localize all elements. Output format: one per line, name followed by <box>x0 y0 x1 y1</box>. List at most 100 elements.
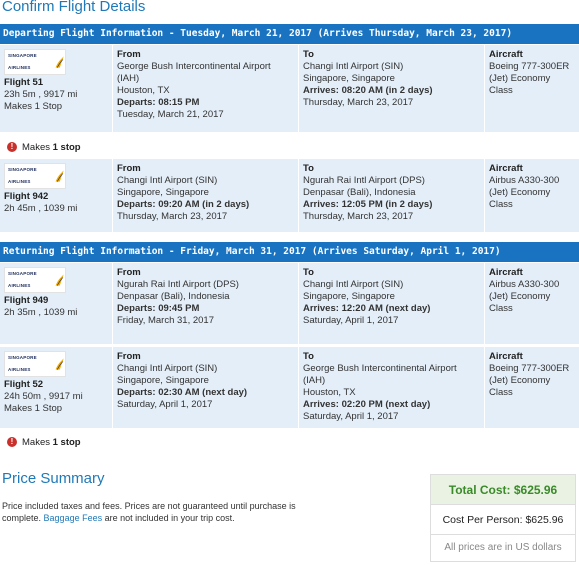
to-airport: Ngurah Rai Intl Airport (DPS) <box>303 175 425 186</box>
flight-row: SINGAPORE AIRLINES Flight 51 23h 5m , 9917… <box>0 45 579 133</box>
to-airport: Changi Intl Airport (SIN) <box>303 61 404 72</box>
page-title: Confirm Flight Details <box>2 0 146 15</box>
aircraft-label: Aircraft <box>489 49 523 60</box>
from-city: Houston, TX <box>117 85 170 96</box>
aircraft-label: Aircraft <box>489 351 523 362</box>
arrive-date: Thursday, March 23, 2017 <box>303 211 414 222</box>
flight-duration: 2h 35m , 1039 mi <box>4 307 78 318</box>
flight-duration: 23h 5m , 9917 mi <box>4 89 78 100</box>
from-cell: From George Bush Intercontinental Airport… <box>112 45 298 132</box>
from-label: From <box>117 49 141 60</box>
aircraft-cell: Aircraft Boeing 777-300ER (Jet) Economy C… <box>484 347 579 428</box>
flight-stops: Makes 1 Stop <box>4 403 63 414</box>
flight-stops: Makes 1 Stop <box>4 101 63 112</box>
aircraft-type: Boeing 777-300ER (Jet) Economy Class <box>489 61 570 96</box>
from-label: From <box>117 163 141 174</box>
arrive-date: Saturday, April 1, 2017 <box>303 411 399 422</box>
logo-text: SINGAPORE AIRLINES <box>8 167 37 184</box>
from-airport: George Bush Intercontinental Airport (IA… <box>117 61 271 84</box>
arrive-date: Saturday, April 1, 2017 <box>303 315 399 326</box>
alert-icon: ! <box>7 142 17 152</box>
airline-cell: SINGAPORE AIRLINES Flight 949 2h 35m , 103… <box>0 263 112 344</box>
to-cell: To Changi Intl Airport (SIN) Singapore, Si… <box>298 263 484 344</box>
to-cell: To Changi Intl Airport (SIN) Singapore, Si… <box>298 45 484 132</box>
arrives-label: Arrives: <box>303 199 339 210</box>
to-airport: Changi Intl Airport (SIN) <box>303 279 404 290</box>
departs-label: Departs: <box>117 303 156 314</box>
airline-cell: SINGAPORE AIRLINES Flight 942 2h 45m , 103… <box>0 159 112 232</box>
to-city: Houston, TX <box>303 387 356 398</box>
from-cell: From Changi Intl Airport (SIN) Singapore, … <box>112 159 298 232</box>
to-cell: To George Bush Intercontinental Airport (… <box>298 347 484 428</box>
from-city: Singapore, Singapore <box>117 187 209 198</box>
flight-row: SINGAPORE AIRLINES Flight 942 2h 45m , 103… <box>0 159 579 233</box>
arrive-date: Thursday, March 23, 2017 <box>303 97 414 108</box>
departs-time: 09:45 PM <box>158 303 200 314</box>
to-label: To <box>303 49 314 60</box>
from-cell: From Ngurah Rai Intl Airport (DPS) Denpasa… <box>112 263 298 344</box>
departing-flight-header: Departing Flight Information - Tuesday, … <box>0 24 579 44</box>
bird-icon <box>55 274 64 286</box>
makes-label: Makes <box>22 436 50 448</box>
departs-time: 09:20 AM (in 2 days) <box>158 199 250 210</box>
singapore-airlines-logo: SINGAPORE AIRLINES <box>4 49 66 75</box>
departs-label: Departs: <box>117 97 156 108</box>
baggage-fees-link[interactable]: Baggage Fees <box>44 513 103 523</box>
returning-flight-header: Returning Flight Information - Friday, M… <box>0 242 579 262</box>
to-city: Denpasar (Bali), Indonesia <box>303 187 416 198</box>
flight-number: Flight 949 <box>4 295 49 306</box>
arrives-label: Arrives: <box>303 399 339 410</box>
stop-count: 1 stop <box>52 436 81 448</box>
singapore-airlines-logo: SINGAPORE AIRLINES <box>4 351 66 377</box>
to-city: Singapore, Singapore <box>303 291 395 302</box>
singapore-airlines-logo: SINGAPORE AIRLINES <box>4 163 66 189</box>
arrives-time: 02:20 PM (next day) <box>341 399 431 410</box>
depart-date: Friday, March 31, 2017 <box>117 315 214 326</box>
aircraft-cell: Aircraft Boeing 777-300ER (Jet) Economy C… <box>484 45 579 132</box>
bird-icon <box>55 56 64 68</box>
stop-count: 1 stop <box>52 141 81 153</box>
to-label: To <box>303 163 314 174</box>
arrives-label: Arrives: <box>303 303 339 314</box>
departs-label: Departs: <box>117 387 156 398</box>
airline-cell: SINGAPORE AIRLINES Flight 52 24h 50m , 991… <box>0 347 112 428</box>
flight-number: Flight 942 <box>4 191 49 202</box>
departs-time: 08:15 PM <box>158 97 200 108</box>
from-airport: Changi Intl Airport (SIN) <box>117 363 218 374</box>
flight-duration: 2h 45m , 1039 mi <box>4 203 78 214</box>
logo-text: SINGAPORE AIRLINES <box>8 53 37 70</box>
singapore-airlines-logo: SINGAPORE AIRLINES <box>4 267 66 293</box>
arrives-time: 12:20 AM (next day) <box>341 303 431 314</box>
departs-label: Departs: <box>117 199 156 210</box>
price-summary-title: Price Summary <box>2 470 105 487</box>
to-label: To <box>303 351 314 362</box>
aircraft-type: Airbus A330-300 (Jet) Economy Class <box>489 175 560 210</box>
aircraft-cell: Aircraft Airbus A330-300 (Jet) Economy Cl… <box>484 159 579 232</box>
aircraft-label: Aircraft <box>489 267 523 278</box>
from-label: From <box>117 267 141 278</box>
cost-per-person: Cost Per Person: $625.96 <box>431 505 575 535</box>
currency-note: All prices are in US dollars <box>444 542 562 553</box>
airline-cell: SINGAPORE AIRLINES Flight 51 23h 5m , 9917… <box>0 45 112 132</box>
bird-icon <box>55 170 64 182</box>
logo-text: SINGAPORE AIRLINES <box>8 355 37 372</box>
arrives-time: 08:20 AM (in 2 days) <box>341 85 433 96</box>
arrives-time: 12:05 PM (in 2 days) <box>341 199 433 210</box>
flight-number: Flight 52 <box>4 379 44 390</box>
stop-notice-departing: ! Makes 1 stop <box>7 140 81 154</box>
from-city: Denpasar (Bali), Indonesia <box>117 291 230 302</box>
depart-date: Thursday, March 23, 2017 <box>117 211 228 222</box>
to-cell: To Ngurah Rai Intl Airport (DPS) Denpasar … <box>298 159 484 232</box>
depart-date: Saturday, April 1, 2017 <box>117 399 213 410</box>
makes-label: Makes <box>22 141 50 153</box>
departs-time: 02:30 AM (next day) <box>158 387 248 398</box>
flight-duration: 24h 50m , 9917 mi <box>4 391 83 402</box>
aircraft-type: Airbus A330-300 (Jet) Economy Class <box>489 279 560 314</box>
price-note-text-2: are not included in your trip cost. <box>104 513 235 523</box>
from-airport: Changi Intl Airport (SIN) <box>117 175 218 186</box>
flight-row: SINGAPORE AIRLINES Flight 52 24h 50m , 991… <box>0 347 579 429</box>
alert-icon: ! <box>7 437 17 447</box>
bird-icon <box>55 358 64 370</box>
aircraft-type: Boeing 777-300ER (Jet) Economy Class <box>489 363 570 398</box>
from-cell: From Changi Intl Airport (SIN) Singapore, … <box>112 347 298 428</box>
